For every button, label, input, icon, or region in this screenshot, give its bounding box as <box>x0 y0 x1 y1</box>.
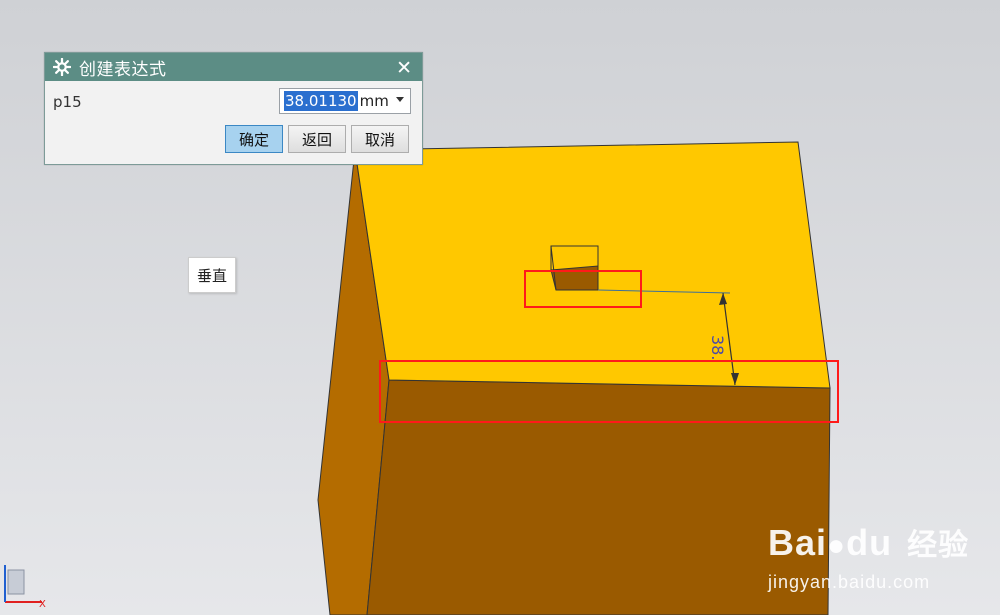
watermark-logo-du: du <box>846 522 893 563</box>
watermark-logo-cn: 经验 <box>907 529 970 562</box>
baidu-watermark: Bai●du 经验 jingyan.baidu.com <box>768 520 988 600</box>
gear-icon <box>53 58 71 76</box>
ok-button[interactable]: 确定 <box>225 125 283 153</box>
dialog-buttons: 确定 返回 取消 <box>45 125 422 155</box>
axis-triad: X <box>4 565 46 610</box>
watermark-site: jingyan.baidu.com <box>768 572 931 592</box>
dialog-title: 创建表达式 <box>79 59 167 80</box>
value-input[interactable]: 38.01130 <box>284 91 358 111</box>
graphics-viewport[interactable]: 38. X Bai●du 经验 jingyan.baidu.com 垂直 创建表… <box>0 0 1000 615</box>
create-expression-dialog[interactable]: 创建表达式 ✕ p15 38.01130 mm 确定 返回 取消 <box>44 52 423 165</box>
close-icon[interactable]: ✕ <box>396 57 412 79</box>
param-label: p15 <box>53 93 82 111</box>
boss-front <box>550 265 599 291</box>
back-button[interactable]: 返回 <box>288 125 346 153</box>
block-front-face <box>366 379 831 615</box>
unit-select[interactable]: mm <box>360 92 388 110</box>
watermark-logo-bai: Bai <box>768 522 828 563</box>
perpendicular-label[interactable]: 垂直 <box>188 257 236 293</box>
value-field[interactable]: 38.01130 mm <box>279 88 411 114</box>
dialog-title-bar[interactable]: 创建表达式 ✕ <box>45 53 422 81</box>
dimension-text[interactable]: 38. <box>708 335 727 360</box>
cancel-button[interactable]: 取消 <box>351 125 409 153</box>
watermark-paw-icon: ● <box>827 529 847 562</box>
param-row: p15 38.01130 mm <box>45 81 422 121</box>
watermark-logo: Bai●du 经验 <box>768 520 969 564</box>
axis-x-label: X <box>39 599 46 610</box>
chevron-down-icon[interactable] <box>396 97 404 102</box>
